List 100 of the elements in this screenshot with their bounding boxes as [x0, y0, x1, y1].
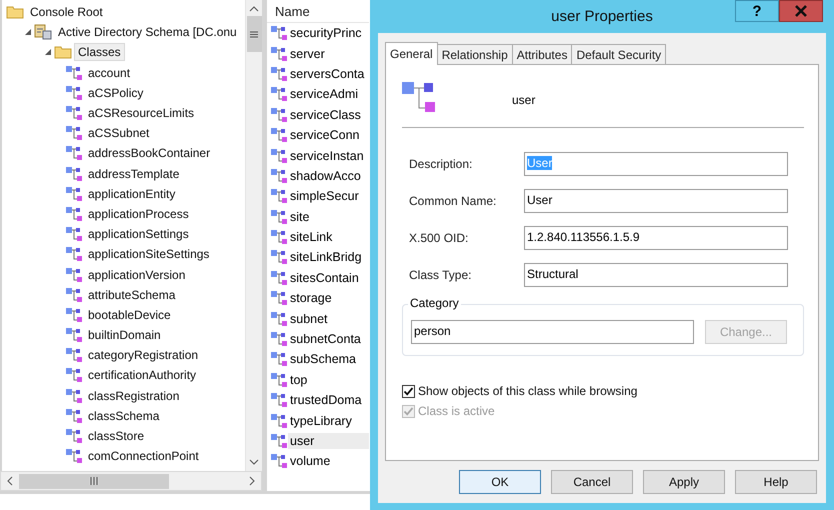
- scroll-thumb[interactable]: [19, 474, 169, 488]
- tree-item[interactable]: applicationSettings: [84, 225, 193, 244]
- class-icon: [66, 186, 82, 202]
- class-icon: [271, 372, 287, 388]
- class-icon: [66, 64, 82, 81]
- scroll-down-icon[interactable]: [249, 459, 259, 465]
- class-icon: [66, 448, 82, 464]
- checkbox[interactable]: [402, 384, 415, 398]
- tree-item[interactable]: Console Root: [26, 3, 107, 22]
- dialog-button[interactable]: OK: [459, 470, 541, 494]
- class-icon: [271, 249, 287, 266]
- class-icon: [66, 84, 82, 101]
- input-field[interactable]: 1.2.840.113556.1.5.9: [524, 226, 788, 250]
- list-item[interactable]: storage: [288, 290, 369, 306]
- dialog-button[interactable]: Cancel: [551, 470, 633, 494]
- close-icon: [795, 5, 807, 17]
- input-field[interactable]: User: [524, 189, 788, 213]
- dialog-button[interactable]: Help: [735, 470, 817, 494]
- checkbox-label: Class is active: [418, 404, 495, 418]
- tree-item[interactable]: classSchema: [84, 406, 164, 425]
- list-item[interactable]: sitesContain: [288, 270, 369, 286]
- list-item[interactable]: subnetConta: [288, 331, 369, 348]
- list-item[interactable]: site: [288, 208, 369, 225]
- list-item[interactable]: serviceInstan: [288, 148, 369, 164]
- list-item[interactable]: typeLibrary: [288, 412, 369, 429]
- vertical-scrollbar[interactable]: [245, 0, 262, 471]
- tree-item[interactable]: applicationEntity: [84, 184, 180, 203]
- class-icon: [66, 246, 82, 262]
- tree-item[interactable]: Active Directory Schema [DC.onu: [54, 23, 241, 42]
- tree-item[interactable]: aCSSubnet: [84, 124, 154, 142]
- list-item[interactable]: serversConta: [288, 66, 369, 82]
- list-item[interactable]: serviceAdmi: [288, 86, 369, 102]
- class-icon: [66, 428, 82, 444]
- field-value: 1.2.840.113556.1.5.9: [527, 230, 640, 244]
- list-item[interactable]: top: [288, 372, 369, 388]
- list-item[interactable]: serviceConn: [288, 127, 369, 144]
- list-item[interactable]: subSchema: [288, 351, 369, 368]
- close-button[interactable]: [779, 0, 823, 22]
- list-item[interactable]: volume: [288, 453, 369, 470]
- class-icon: [271, 433, 287, 449]
- tree-item[interactable]: addressBookContainer: [84, 144, 214, 162]
- field-label: Class Type:: [409, 268, 472, 282]
- horizontal-scrollbar[interactable]: [0, 471, 262, 491]
- list-item[interactable]: siteLink: [288, 229, 369, 246]
- folder-icon: [6, 4, 24, 20]
- tab[interactable]: Relationship: [436, 44, 513, 64]
- tree-item[interactable]: account: [84, 64, 134, 82]
- tab[interactable]: Default Security: [571, 44, 666, 64]
- list-item[interactable]: trustedDoma: [288, 392, 369, 408]
- class-icon: [66, 388, 82, 404]
- class-icon: [271, 86, 287, 102]
- tree-item[interactable]: bootableDevice: [84, 306, 175, 324]
- tree-item[interactable]: Classes: [74, 43, 125, 62]
- field-label: Description:: [409, 157, 474, 171]
- help-button[interactable]: ?: [735, 0, 779, 22]
- input-field[interactable]: Structural: [524, 263, 788, 287]
- tab[interactable]: General: [385, 42, 438, 65]
- tree-item[interactable]: addressTemplate: [84, 164, 184, 183]
- scroll-right-icon[interactable]: [249, 476, 255, 486]
- list-item[interactable]: server: [288, 46, 369, 62]
- scroll-thumb[interactable]: [246, 16, 262, 52]
- tree-item[interactable]: comConnectionPoint: [84, 447, 203, 466]
- field-value: Structural: [527, 267, 578, 281]
- dialog-button[interactable]: Apply: [643, 470, 725, 494]
- scroll-up-icon[interactable]: [249, 6, 259, 12]
- field-value: User: [527, 193, 552, 207]
- class-icon: [271, 208, 287, 225]
- tree-item[interactable]: certificationAuthority: [84, 366, 200, 384]
- field-label: X.500 OID:: [409, 231, 470, 245]
- list-item[interactable]: subnet: [288, 310, 369, 327]
- field-value: User: [527, 156, 552, 170]
- scroll-left-icon[interactable]: [7, 476, 13, 486]
- class-icon: [271, 310, 287, 327]
- tree-item[interactable]: attributeSchema: [84, 286, 180, 304]
- list-item[interactable]: serviceClass: [288, 106, 369, 123]
- collapse-icon[interactable]: [44, 48, 52, 56]
- collapse-icon[interactable]: [24, 28, 32, 36]
- column-header[interactable]: Name: [267, 0, 369, 23]
- class-icon: [66, 105, 82, 122]
- folder-icon: [54, 44, 72, 60]
- class-icon: [271, 412, 287, 429]
- tree-item[interactable]: applicationVersion: [84, 266, 190, 284]
- tree-item[interactable]: builtinDomain: [84, 326, 165, 344]
- tree-item[interactable]: categoryRegistration: [84, 346, 202, 364]
- list-item[interactable]: shadowAcco: [288, 168, 369, 184]
- class-icon: [271, 290, 287, 306]
- tree-item[interactable]: aCSResourceLimits: [84, 104, 198, 122]
- tree-item[interactable]: aCSPolicy: [84, 84, 148, 102]
- class-icon: [66, 145, 82, 162]
- tree-item[interactable]: applicationSiteSettings: [84, 245, 214, 264]
- list-item[interactable]: simpleSecur: [288, 188, 369, 204]
- class-icon: [66, 206, 82, 222]
- tree-item[interactable]: applicationProcess: [84, 204, 193, 223]
- list-item[interactable]: siteLinkBridg: [288, 249, 369, 266]
- class-icon: [271, 331, 287, 348]
- list-item[interactable]: user: [288, 433, 369, 449]
- tree-item[interactable]: classStore: [84, 427, 148, 446]
- list-item[interactable]: securityPrinc: [288, 25, 369, 42]
- window-title: user Properties: [551, 8, 653, 25]
- tree-item[interactable]: classRegistration: [84, 386, 184, 405]
